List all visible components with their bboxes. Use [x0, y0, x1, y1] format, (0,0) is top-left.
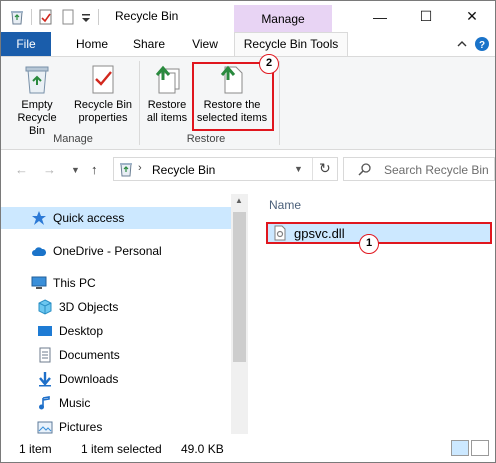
pc-icon	[31, 276, 47, 289]
scrollbar-thumb[interactable]	[233, 212, 246, 362]
address-dropdown-icon[interactable]: ▼	[294, 164, 303, 174]
window-title: Recycle Bin	[115, 9, 179, 23]
selection-count: 1 item selected	[81, 442, 162, 456]
nav-item-label: This PC	[53, 276, 96, 290]
tab-home[interactable]: Home	[67, 32, 117, 56]
cloud-icon	[32, 247, 47, 256]
ribbon-tab-row: File Home Share View Recycle Bin Tools ?	[1, 32, 495, 56]
recycle-bin-icon	[25, 66, 49, 94]
nav-pane-scrollbar[interactable]: ▲	[231, 194, 248, 434]
search-box[interactable]: Search Recycle Bin	[343, 157, 495, 181]
scroll-up-icon[interactable]: ▲	[235, 196, 243, 205]
minimize-button[interactable]: —	[357, 1, 403, 32]
search-icon	[358, 163, 371, 176]
restore-group-label: Restore	[186, 133, 226, 145]
desktop-icon	[38, 326, 52, 336]
breadcrumb-chevron-icon[interactable]: ›	[138, 162, 142, 174]
nav-item-pictures[interactable]: Pictures	[1, 416, 231, 434]
tab-share[interactable]: Share	[127, 32, 171, 56]
nav-item-desktop[interactable]: Desktop	[1, 320, 231, 342]
status-bar: 1 item 1 item selected 49.0 KB	[1, 434, 495, 462]
empty-recycle-bin-label: Empty Recycle Bin	[17, 99, 57, 137]
nav-item-documents[interactable]: Documents	[1, 344, 231, 366]
svg-text:?: ?	[479, 40, 485, 51]
nav-item-label: 3D Objects	[59, 300, 119, 314]
nav-item-label: OneDrive - Personal	[53, 244, 162, 258]
address-divider	[312, 158, 313, 180]
back-arrow-icon[interactable]: ←	[15, 162, 28, 177]
explorer-window: Recycle Bin Manage — ☐ ✕ File Home Share…	[0, 0, 496, 463]
column-header-name[interactable]: Name	[269, 198, 301, 212]
nav-item-label: Downloads	[59, 372, 119, 386]
file-highlight	[266, 222, 492, 244]
context-tab-group-manage: Manage	[234, 5, 332, 33]
nav-item-music[interactable]: Music	[1, 392, 231, 414]
nav-item-3d-objects[interactable]: 3D Objects	[1, 296, 231, 318]
recycle-bin-small-icon	[11, 11, 23, 25]
file-list: Name gpsvc.dll 1	[249, 194, 495, 434]
cube-icon	[38, 299, 52, 315]
nav-item-label: Desktop	[59, 324, 104, 338]
nav-item-label: Pictures	[59, 420, 103, 434]
empty-recycle-bin-button[interactable]: Empty Recycle Bin	[9, 63, 65, 138]
help-icon[interactable]: ?	[474, 36, 490, 52]
breadcrumb[interactable]: Recycle Bin	[152, 163, 215, 177]
item-count: 1 item	[19, 442, 52, 456]
nav-item-downloads[interactable]: Downloads	[1, 368, 231, 390]
tab-file[interactable]: File	[1, 32, 51, 56]
step-2-badge: 2	[259, 54, 279, 74]
nav-item-this-pc[interactable]: This PC	[1, 272, 231, 294]
new-folder-qat-icon[interactable]	[60, 9, 76, 25]
recycle-bin-properties-label: Recycle Bin properties	[73, 99, 133, 124]
search-input[interactable]: Search Recycle Bin	[384, 163, 489, 177]
restore-all-icon	[155, 65, 180, 94]
recent-locations-chevron-icon[interactable]: ▼	[71, 165, 80, 175]
recycle-bin-small-icon	[120, 163, 132, 177]
manage-group-label: Manage	[53, 133, 93, 145]
nav-item-label: Music	[59, 396, 91, 410]
details-view-button[interactable]	[451, 440, 469, 456]
large-icons-view-button[interactable]	[471, 440, 489, 456]
nav-item-label: Quick access	[53, 211, 125, 225]
recycle-bin-properties-button[interactable]: Recycle Bin properties	[71, 63, 135, 125]
selection-size: 49.0 KB	[181, 442, 224, 456]
downloads-icon	[39, 372, 51, 387]
refresh-icon[interactable]: ↻	[319, 160, 331, 177]
restore-selected-highlight	[192, 62, 274, 131]
up-arrow-icon[interactable]: ↑	[91, 162, 98, 177]
quick-access-toolbar	[9, 7, 105, 27]
maximize-button[interactable]: ☐	[403, 1, 449, 32]
tab-recycle-bin-tools[interactable]: Recycle Bin Tools	[234, 32, 348, 56]
close-button[interactable]: ✕	[449, 1, 495, 32]
nav-item-onedrive[interactable]: OneDrive - Personal	[1, 240, 231, 262]
star-icon	[32, 211, 46, 225]
documents-icon	[39, 347, 51, 363]
pictures-icon	[37, 421, 53, 434]
customize-qat-icon[interactable]	[80, 9, 92, 25]
properties-icon	[92, 65, 114, 94]
title-bar: Recycle Bin Manage — ☐ ✕	[1, 1, 495, 33]
tab-view[interactable]: View	[183, 32, 227, 56]
nav-item-quick-access[interactable]: Quick access	[1, 207, 231, 229]
restore-all-items-label: Restore all items	[146, 99, 188, 124]
properties-check-icon[interactable]	[38, 9, 54, 25]
ribbon-separator	[279, 61, 280, 145]
nav-item-label: Documents	[59, 348, 120, 362]
step-1-badge: 1	[359, 234, 379, 254]
navigation-pane: Quick access OneDrive - Personal This PC…	[1, 194, 231, 434]
ribbon-panel: Empty Recycle Bin Recycle Bin properties…	[1, 54, 495, 150]
address-bar[interactable]: › Recycle Bin ▼ ↻	[113, 157, 338, 181]
forward-arrow-icon[interactable]: →	[43, 162, 56, 177]
restore-all-items-button[interactable]: Restore all items	[143, 63, 191, 125]
ribbon-separator	[139, 61, 140, 145]
ribbon-collapse-chevron-icon[interactable]	[456, 38, 468, 50]
music-icon	[39, 396, 50, 410]
